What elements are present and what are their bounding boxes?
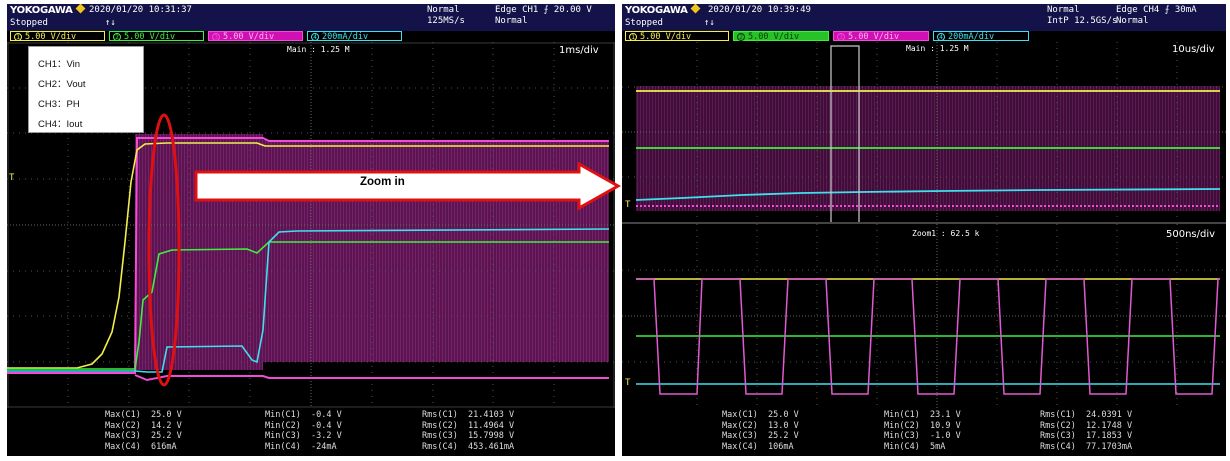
datetime: 2020/01/20 10:39:49 [708, 5, 811, 15]
brand-logo: YOKOGAWA [625, 4, 701, 16]
channel-2-scale[interactable]: 2 5.00 V/div [733, 31, 829, 42]
trigger-info: Edge CH4 ⨍ 30mA Normal [1116, 5, 1197, 27]
trigger-mode: Normal [1116, 16, 1149, 26]
svg-text:T: T [625, 378, 631, 388]
channel-1-scale[interactable]: 1 5.00 V/div [625, 31, 729, 42]
channel-bar: 1 5.00 V/div 2 5.00 V/div 3 5.00 V/div 4 200… [7, 31, 615, 42]
header-bar: YOKOGAWA Stopped 2020/01/20 10:31:37 ↑↓ … [7, 4, 615, 31]
zoom-record-label: Zoom1 : 62.5 k [912, 229, 980, 238]
channel-3-scale[interactable]: 3 5.00 V/div [208, 31, 303, 42]
channel-legend: CH1：Vin CH2：Vout CH3：PH CH4：Iout [28, 46, 144, 133]
acquisition-info: Normal 125MS/s [427, 5, 465, 27]
rms-measurements: Rms(C1) 21.4103 V Rms(C2) 11.4964 V Rms(… [422, 410, 515, 452]
channel-3-scale[interactable]: 3 5.00 V/div [833, 31, 929, 42]
legend-item: CH3：PH [38, 99, 80, 110]
trigger-mode: Normal [495, 16, 528, 26]
timebase-label: 1ms/div [559, 45, 599, 56]
brand-logo: YOKOGAWA [10, 4, 86, 16]
measurement-panel: Max(C1) 25.0 V Max(C2) 13.0 V Max(C3) 25… [622, 408, 1226, 456]
legend-item: CH4：Iout [38, 119, 83, 130]
diamond-icon [690, 4, 701, 14]
trigger-type: Edge CH4 ⨍ 30mA [1116, 5, 1197, 15]
channel-4-scale[interactable]: 4 200mA/div [933, 31, 1029, 42]
datetime: 2020/01/20 10:31:37 [89, 5, 192, 15]
trigger-type: Edge CH1 ⨍ 20.00 V [495, 5, 592, 15]
main-window: T Main : 1.25 M 10us/div [622, 42, 1226, 222]
min-measurements: Min(C1) 23.1 V Min(C2) 10.9 V Min(C3) -1… [884, 410, 961, 452]
zoom-window: T Zoom1 : 62.5 k 500ns/div [622, 224, 1226, 408]
timebase-bottom-label: 500ns/div [1166, 229, 1216, 240]
zoom-in-label: Zoom in [360, 176, 405, 188]
main-waveform-plot: T [622, 42, 1226, 222]
trigger-info: Edge CH1 ⨍ 20.00 V Normal [495, 5, 592, 27]
timebase-top-label: 10us/div [1172, 44, 1215, 55]
zoom-arrow-icon [194, 162, 622, 211]
main-record-label: Main : 1.25 M [906, 44, 969, 53]
trigger-position-marker: ↑↓ [704, 18, 715, 28]
legend-item: CH2：Vout [38, 79, 86, 90]
svg-text:T: T [625, 200, 631, 210]
measurement-panel: Max(C1) 25.0 V Max(C2) 14.2 V Max(C3) 25… [7, 408, 615, 456]
zoom-waveform-plot: T [622, 224, 1226, 408]
sample-rate: 125MS/s [427, 16, 465, 26]
max-measurements: Max(C1) 25.0 V Max(C2) 13.0 V Max(C3) 25… [722, 410, 799, 452]
channel-2-scale[interactable]: 2 5.00 V/div [109, 31, 204, 42]
sample-rate: IntP 12.5GS/s [1047, 16, 1118, 26]
channel-4-scale[interactable]: 4 200mA/div [307, 31, 402, 42]
run-status: Stopped [10, 18, 48, 28]
header-bar: YOKOGAWA Stopped 2020/01/20 10:39:49 ↑↓ … [622, 4, 1226, 31]
highlight-ellipse [147, 113, 181, 387]
max-measurements: Max(C1) 25.0 V Max(C2) 14.2 V Max(C3) 25… [105, 410, 182, 452]
channel-1-scale[interactable]: 1 5.00 V/div [10, 31, 105, 42]
rms-measurements: Rms(C1) 24.0391 V Rms(C2) 12.1748 V Rms(… [1040, 410, 1133, 452]
svg-text:T: T [9, 173, 15, 183]
channel-bar: 1 5.00 V/div 2 5.00 V/div 3 5.00 V/div 4 200… [622, 31, 1226, 42]
diamond-icon [75, 4, 86, 14]
acq-mode: Normal [1047, 5, 1080, 15]
acq-mode: Normal [427, 5, 460, 15]
run-status: Stopped [625, 18, 663, 28]
legend-item: CH1：Vin [38, 59, 81, 70]
trigger-position-marker: ↑↓ [105, 18, 116, 28]
acquisition-info: Normal IntP 12.5GS/s [1047, 5, 1117, 27]
min-measurements: Min(C1) -0.4 V Min(C2) -0.4 V Min(C3) -3… [265, 410, 342, 452]
scope-screen-right: YOKOGAWA Stopped 2020/01/20 10:39:49 ↑↓ … [622, 4, 1226, 456]
main-record-label: Main : 1.25 M [287, 45, 350, 54]
